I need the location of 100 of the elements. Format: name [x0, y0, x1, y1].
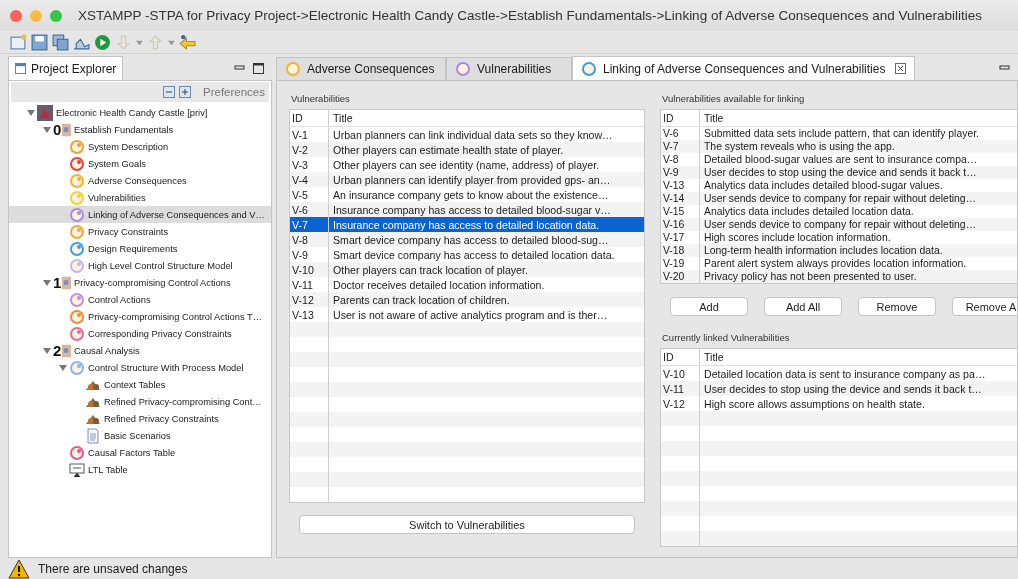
caret-icon[interactable] — [168, 38, 175, 46]
action-button[interactable]: Add All — [764, 297, 842, 316]
expanded-icon[interactable] — [43, 278, 51, 287]
panel-tab[interactable]: Project Explorer — [8, 56, 124, 80]
column-header[interactable]: ID — [661, 110, 700, 126]
tree-item[interactable]: Linking of Adverse Consequences and V… — [9, 206, 271, 223]
tree-item[interactable]: Context Tables — [9, 376, 271, 393]
new-file-icon[interactable] — [10, 33, 27, 51]
table-cell[interactable]: V-18 — [661, 244, 700, 257]
table-cell[interactable]: Detailed blood-sugar values are sent to insurance compa… — [700, 153, 978, 166]
back-arrow-icon[interactable] — [179, 33, 196, 51]
ring-icon — [69, 206, 85, 223]
expanded-icon[interactable] — [43, 346, 51, 355]
table-cell[interactable]: Long-term health information includes location data. — [700, 244, 943, 257]
table-cell[interactable]: Analytics data includes detailed blood-sugar values. — [700, 179, 943, 192]
tree-item[interactable]: Privacy-compromising Control Actions T… — [9, 308, 271, 325]
save-icon[interactable] — [31, 33, 48, 51]
table-row[interactable]: V-4 Urban planners can identify player from provided gps- an… — [290, 172, 644, 187]
table-cell[interactable]: V-9 — [661, 166, 700, 179]
column-header[interactable]: Title — [700, 110, 724, 126]
run-icon[interactable] — [94, 33, 111, 51]
editor-tab[interactable]: Linking of Adverse Consequences and Vulnerabilities — [572, 56, 916, 80]
table-cell[interactable]: V-11 — [661, 381, 700, 396]
column-header[interactable]: Title — [329, 110, 353, 126]
tree-item[interactable]: System Description — [9, 138, 271, 155]
section-label: Vulnerabilities — [291, 93, 351, 104]
table-row[interactable]: V-10 Other players can track location of player. — [290, 262, 644, 277]
tree-item[interactable]: Corresponding Privacy Constraints — [9, 325, 271, 342]
tree-item[interactable]: 1 Privacy-compromising Control Actions — [9, 274, 271, 291]
expanded-icon[interactable] — [59, 363, 67, 372]
table-row[interactable]: V-7 Insurance company has access to detailed location data. — [290, 217, 644, 232]
table-cell: V-4 — [290, 172, 329, 187]
tree-item[interactable]: Vulnerabilities — [9, 189, 271, 206]
tree-item[interactable]: LTL Table — [9, 461, 271, 478]
tree-item[interactable]: Basic Scenarios — [9, 427, 271, 444]
table-cell: V-10 — [290, 262, 329, 277]
save-all-icon[interactable] — [52, 33, 69, 51]
table-cell[interactable]: High score allows assumptions on health state. — [700, 396, 925, 411]
table-cell[interactable]: Parent alert system always provides location information. — [700, 257, 967, 270]
column-header[interactable]: ID — [661, 349, 700, 365]
folder-icon — [62, 122, 71, 137]
caret-icon[interactable] — [136, 38, 143, 46]
table-row[interactable]: V-8 Smart device company has access to detailed blood-sug… — [290, 232, 644, 247]
table-cell[interactable]: User sends device to company for repair without deleting… — [700, 192, 977, 205]
switch-button[interactable]: Switch to Vulnerabilities — [299, 515, 635, 534]
table-cell[interactable]: The system reveals who is using the app. — [700, 140, 895, 153]
tree-item[interactable]: High Level Control Structure Model — [9, 257, 271, 274]
tree-item[interactable]: Control Structure With Process Model — [9, 359, 271, 376]
collapse-all-icon[interactable] — [163, 86, 175, 98]
ring-icon — [69, 189, 85, 206]
table-cell[interactable]: Analytics data includes detailed location data. — [700, 205, 914, 218]
editor-tab[interactable]: Vulnerabilities — [446, 57, 572, 80]
tree-label: Establish Fundamentals — [74, 124, 174, 135]
tree-item[interactable]: Design Requirements — [9, 240, 271, 257]
project-icon — [37, 104, 53, 121]
table-cell[interactable]: User sends device to company for repair without deleting… — [700, 218, 977, 231]
maximize-icon[interactable] — [253, 63, 264, 74]
table-cell[interactable]: Submitted data sets include pattern, that can identify player. — [700, 127, 979, 140]
table-cell[interactable]: V-14 — [661, 192, 700, 205]
tree-item[interactable]: Control Actions — [9, 291, 271, 308]
action-button[interactable]: Remove A — [952, 297, 1017, 316]
expanded-icon[interactable] — [27, 108, 35, 117]
expanded-icon[interactable] — [43, 125, 51, 134]
tree-item[interactable]: Privacy Constraints — [9, 223, 271, 240]
tree-item[interactable]: 0 Establish Fundamentals — [9, 121, 271, 138]
document-icon — [85, 427, 101, 444]
preferences-link[interactable]: Preferences — [203, 86, 265, 98]
table-cell[interactable]: User decides to stop using the device and sends it back t… — [700, 381, 982, 396]
table-row[interactable]: V-12 Parents can track location of children. — [290, 292, 644, 307]
table-row[interactable]: V-6 Insurance company has access to detailed blood-sugar v… — [290, 202, 644, 217]
tree-item[interactable]: Adverse Consequences — [9, 172, 271, 189]
table-row[interactable]: V-2 Other players can estimate health state of player. — [290, 142, 644, 157]
editor-tab[interactable]: Adverse Consequences — [276, 57, 446, 80]
status-message: There are unsaved changes — [38, 561, 188, 576]
tree-item[interactable]: 2 Causal Analysis — [9, 342, 271, 359]
tree-item[interactable]: Causal Factors Table — [9, 444, 271, 461]
column-header[interactable]: ID — [290, 110, 329, 126]
tree-label: System Goals — [88, 158, 146, 169]
expand-all-icon[interactable] — [179, 86, 191, 98]
table-cell[interactable]: V-7 — [661, 140, 700, 153]
ring-icon — [69, 444, 85, 461]
tree-item[interactable]: Refined Privacy Constraints — [9, 410, 271, 427]
action-button[interactable]: Remove — [858, 297, 936, 316]
table-cell-text: Doctor receives detailed location information. — [332, 277, 545, 292]
tree-item[interactable]: System Goals — [9, 155, 271, 172]
table-cell[interactable]: V-20 — [661, 270, 700, 283]
close-button[interactable] — [10, 9, 22, 22]
table-cell[interactable]: User decides to stop using the device and sends it back t… — [700, 166, 977, 179]
column-header[interactable]: Title — [700, 349, 724, 365]
tree-item[interactable]: Refined Privacy-compromising Cont… — [9, 393, 271, 410]
ring-icon — [69, 240, 85, 257]
ring-icon — [455, 61, 471, 77]
table-cell[interactable]: High scores include location information. — [700, 231, 891, 244]
table-cell[interactable]: Privacy policy has not been presented to user. — [700, 270, 917, 283]
tree-item[interactable]: Electronic Health Candy Castle [priv] — [9, 104, 271, 121]
table-cell: V-2 — [290, 142, 329, 157]
table-cell[interactable]: V-16 — [661, 218, 700, 231]
table-cell[interactable]: Detailed location data is sent to insurance company as pa… — [700, 366, 986, 381]
close-icon[interactable] — [895, 63, 907, 74]
action-button[interactable]: Add — [670, 297, 748, 316]
